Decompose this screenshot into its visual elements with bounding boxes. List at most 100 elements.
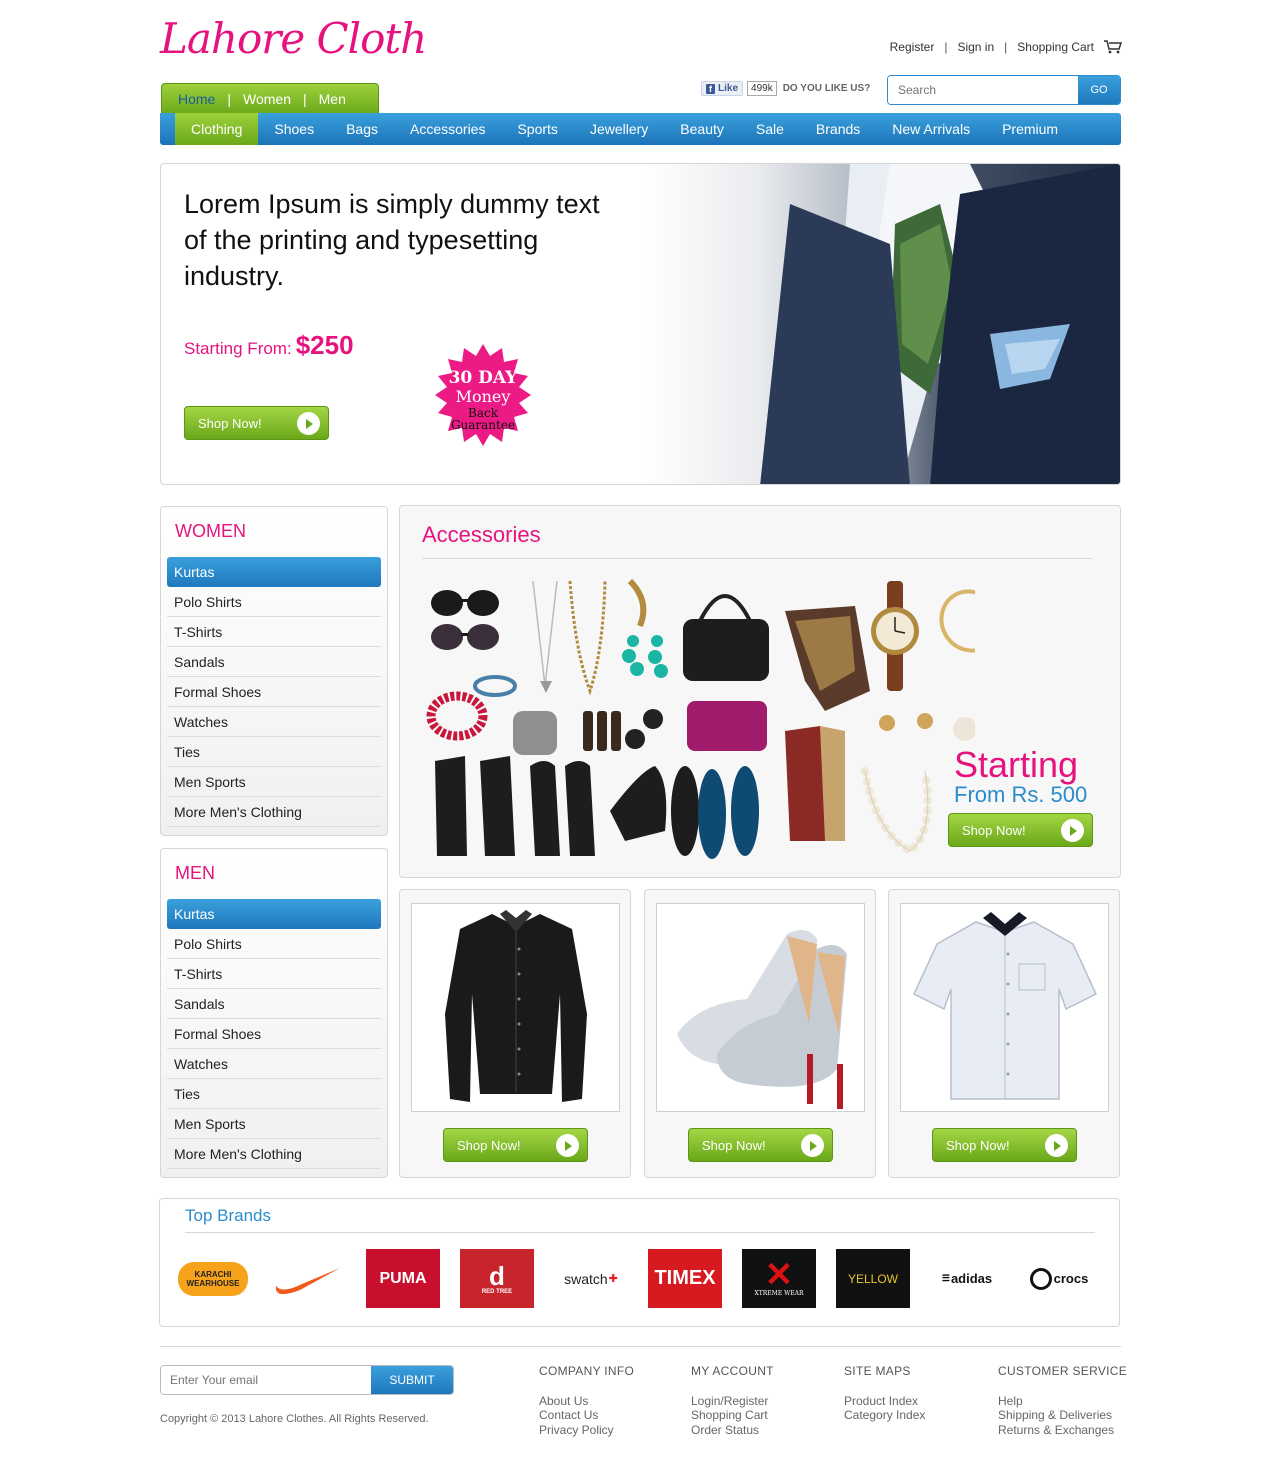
men-item-more-mens-clothing[interactable]: More Men's Clothing xyxy=(167,1139,381,1169)
men-item-kurtas[interactable]: Kurtas xyxy=(167,899,381,929)
category-bags[interactable]: Bags xyxy=(330,113,394,145)
product-image-glitter-heels[interactable] xyxy=(656,903,865,1112)
footer-link-about-us[interactable]: About Us xyxy=(539,1394,634,1409)
sunglasses-icon xyxy=(431,590,499,650)
top-brands-title: Top Brands xyxy=(185,1206,271,1225)
red-tree-icon: d xyxy=(489,1260,505,1291)
divider xyxy=(185,1232,1095,1233)
footer-link-product-index[interactable]: Product Index xyxy=(844,1394,925,1409)
category-brands[interactable]: Brands xyxy=(800,113,876,145)
nav-women[interactable]: Women xyxy=(243,91,291,107)
women-item-watches[interactable]: Watches xyxy=(167,707,381,737)
badge-line-3: Back xyxy=(468,405,498,420)
men-item-watches[interactable]: Watches xyxy=(167,1049,381,1079)
brand-puma-logo[interactable]: PUMA xyxy=(366,1249,440,1308)
brand-xtreme-wear-logo[interactable]: ✕ XTREME WEAR xyxy=(742,1249,816,1308)
nav-home[interactable]: Home xyxy=(178,91,215,107)
search-go-button[interactable]: GO xyxy=(1078,76,1120,104)
suit-illustration xyxy=(760,164,1120,484)
cart-icon[interactable] xyxy=(1104,40,1122,54)
footer-link-login-register[interactable]: Login/Register xyxy=(691,1394,774,1409)
hero-price-line: Starting From: $250 xyxy=(184,330,354,361)
product-shop-now-button[interactable]: Shop Now! xyxy=(443,1128,588,1162)
footer-link-returns-exchanges[interactable]: Returns & Exchanges xyxy=(998,1423,1127,1438)
women-item-sandals[interactable]: Sandals xyxy=(167,647,381,677)
women-item-formal-shoes[interactable]: Formal Shoes xyxy=(167,677,381,707)
men-item-men-sports[interactable]: Men Sports xyxy=(167,1109,381,1139)
category-jewellery[interactable]: Jewellery xyxy=(574,113,664,145)
register-link[interactable]: Register xyxy=(890,40,935,54)
search-input[interactable] xyxy=(888,76,1078,104)
product-image-black-shirt[interactable] xyxy=(411,903,620,1112)
brand-crocs-logo[interactable]: crocs xyxy=(1022,1249,1096,1308)
hero-shop-now-label: Shop Now! xyxy=(198,415,262,431)
brand-red-tree-logo[interactable]: d RED TREE xyxy=(460,1249,534,1308)
product-image-white-shirt[interactable] xyxy=(900,903,1109,1112)
newsletter-form: SUBMIT xyxy=(160,1365,454,1395)
men-item-ties[interactable]: Ties xyxy=(167,1079,381,1109)
category-beauty[interactable]: Beauty xyxy=(664,113,740,145)
signin-link[interactable]: Sign in xyxy=(957,40,994,54)
arrow-right-icon xyxy=(297,412,320,435)
brand-karachi-wearhouse-logo[interactable]: KARACHI WEARHOUSE xyxy=(176,1249,250,1308)
like-label: Like xyxy=(718,83,739,94)
brand-nike-logo[interactable] xyxy=(270,1249,344,1308)
link-separator: | xyxy=(944,40,948,54)
brand-timex-logo[interactable]: TIMEX xyxy=(648,1249,722,1308)
women-item-polo-shirts[interactable]: Polo Shirts xyxy=(167,587,381,617)
men-category-list: Kurtas Polo Shirts T-Shirts Sandals Form… xyxy=(161,899,387,1169)
shopping-cart-link[interactable]: Shopping Cart xyxy=(1017,40,1094,54)
men-item-polo-shirts[interactable]: Polo Shirts xyxy=(167,929,381,959)
men-item-t-shirts[interactable]: T-Shirts xyxy=(167,959,381,989)
category-shoes[interactable]: Shoes xyxy=(258,113,330,145)
category-new-arrivals[interactable]: New Arrivals xyxy=(876,113,986,145)
divider xyxy=(422,558,1092,559)
badge-line-1: 30 DAY xyxy=(448,367,518,388)
men-item-formal-shoes[interactable]: Formal Shoes xyxy=(167,1019,381,1049)
xtreme-x-icon: ✕ xyxy=(764,1255,794,1295)
product-shop-now-button[interactable]: Shop Now! xyxy=(932,1128,1077,1162)
brand-swatch-logo[interactable]: swatch ✚ xyxy=(554,1249,628,1308)
product-card: Shop Now! xyxy=(888,889,1120,1178)
product-card: Shop Now! xyxy=(399,889,631,1178)
brand-crocs-label: crocs xyxy=(1053,1271,1089,1286)
footer-link-help[interactable]: Help xyxy=(998,1394,1127,1409)
nav-men[interactable]: Men xyxy=(319,91,346,107)
email-input[interactable] xyxy=(161,1366,371,1394)
brand-adidas-logo[interactable]: ☰ adidas xyxy=(930,1249,1004,1308)
women-item-kurtas[interactable]: Kurtas xyxy=(167,557,381,587)
women-item-t-shirts[interactable]: T-Shirts xyxy=(167,617,381,647)
submit-button[interactable]: SUBMIT xyxy=(371,1366,453,1394)
footer-link-contact-us[interactable]: Contact Us xyxy=(539,1408,634,1423)
like-prompt: DO YOU LIKE US? xyxy=(782,83,871,94)
footer-link-order-status[interactable]: Order Status xyxy=(691,1423,774,1438)
facebook-like-widget: f Like 499k DO YOU LIKE US? xyxy=(701,81,870,96)
footer-link-shipping-deliveries[interactable]: Shipping & Deliveries xyxy=(998,1408,1127,1423)
men-item-sandals[interactable]: Sandals xyxy=(167,989,381,1019)
arrow-right-icon xyxy=(1045,1134,1068,1157)
hero-price: $250 xyxy=(295,330,354,360)
category-sports[interactable]: Sports xyxy=(501,113,573,145)
category-sale[interactable]: Sale xyxy=(740,113,800,145)
black-shirt-illustration xyxy=(445,910,587,1102)
accessories-shop-now-button[interactable]: Shop Now! xyxy=(948,813,1093,847)
category-accessories[interactable]: Accessories xyxy=(394,113,501,145)
hero-shop-now-button[interactable]: Shop Now! xyxy=(184,406,329,440)
brand-yellow-logo[interactable]: YELLOW xyxy=(836,1249,910,1308)
accessories-panel: Accessories Starting From Rs. 500 Shop N… xyxy=(399,505,1121,878)
account-links: Register | Sign in | Shopping Cart xyxy=(890,40,1122,54)
facebook-like-button[interactable]: f Like xyxy=(701,81,744,96)
footer-link-privacy-policy[interactable]: Privacy Policy xyxy=(539,1423,634,1438)
brand-adidas-label: adidas xyxy=(950,1271,993,1286)
women-item-more-mens-clothing[interactable]: More Men's Clothing xyxy=(167,797,381,827)
product-shop-now-button[interactable]: Shop Now! xyxy=(688,1128,833,1162)
category-clothing[interactable]: Clothing xyxy=(175,113,259,145)
women-item-ties[interactable]: Ties xyxy=(167,737,381,767)
footer-link-category-index[interactable]: Category Index xyxy=(844,1408,925,1423)
category-premium[interactable]: Premium xyxy=(986,113,1074,145)
women-category-list: Kurtas Polo Shirts T-Shirts Sandals Form… xyxy=(161,557,387,827)
women-item-men-sports[interactable]: Men Sports xyxy=(167,767,381,797)
footer-link-shopping-cart[interactable]: Shopping Cart xyxy=(691,1408,774,1423)
like-count: 499k xyxy=(747,81,777,96)
site-logo[interactable]: Lahore Cloth xyxy=(160,14,427,63)
